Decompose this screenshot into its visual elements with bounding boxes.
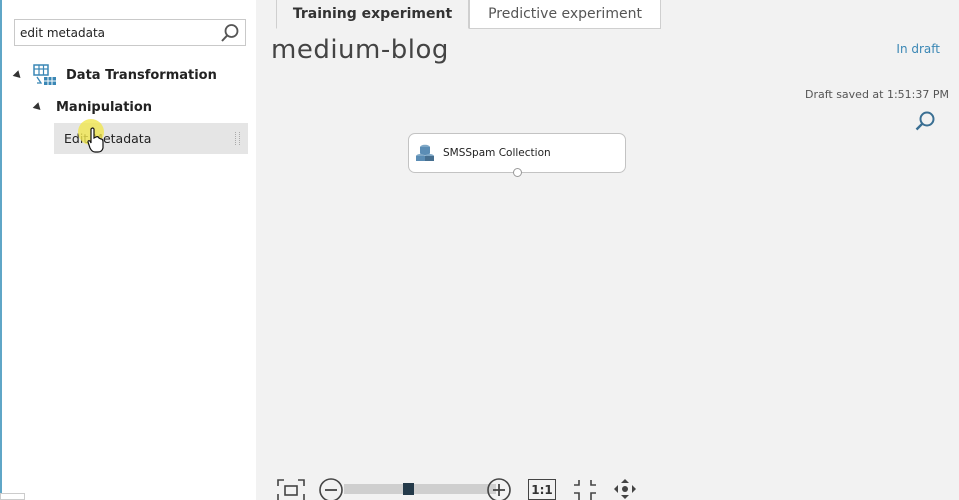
draft-status: In draft <box>896 42 940 56</box>
category-label: Data Transformation <box>66 67 217 83</box>
tab-training-experiment[interactable]: Training experiment <box>276 0 469 29</box>
fit-selection-icon[interactable] <box>572 478 598 500</box>
zoom-out-icon[interactable] <box>318 477 344 500</box>
experiment-title[interactable]: medium-blog <box>271 35 449 65</box>
tree-subcategory-manipulation[interactable]: Manipulation <box>32 96 153 118</box>
dataset-icon <box>416 144 434 161</box>
palette-collapse-tab[interactable] <box>0 493 25 500</box>
fit-to-screen-icon[interactable] <box>276 478 306 500</box>
expanded-caret-icon[interactable] <box>32 101 44 113</box>
search-canvas-icon[interactable] <box>914 110 936 132</box>
module-search-input[interactable] <box>15 20 215 45</box>
zoom-slider-handle[interactable] <box>403 483 414 495</box>
tab-predictive-experiment[interactable]: Predictive experiment <box>469 0 661 29</box>
tree-category-data-transformation[interactable]: Data Transformation <box>12 63 217 87</box>
experiment-canvas[interactable]: Training experiment Predictive experimen… <box>256 0 959 500</box>
data-transformation-icon <box>33 64 56 85</box>
tab-label: Predictive experiment <box>488 6 642 22</box>
module-palette: Data Transformation Manipulation Edit Me… <box>0 0 256 500</box>
module-node-smsspam-collection[interactable]: SMSSpam Collection <box>408 133 626 177</box>
zoom-slider[interactable] <box>344 484 496 494</box>
pan-icon[interactable] <box>612 478 638 500</box>
drag-grip-icon[interactable] <box>235 132 240 145</box>
tab-label: Training experiment <box>292 6 453 22</box>
subcategory-label: Manipulation <box>56 99 153 115</box>
output-port[interactable] <box>513 168 522 177</box>
hand-cursor-icon <box>87 127 104 153</box>
zoom-in-icon[interactable] <box>486 477 512 500</box>
module-label: SMSSpam Collection <box>443 147 551 159</box>
module-search-box[interactable] <box>14 19 246 46</box>
expanded-caret-icon[interactable] <box>12 69 24 81</box>
draft-saved-timestamp: Draft saved at 1:51:37 PM <box>804 88 949 101</box>
actual-size-button[interactable]: 1:1 <box>528 479 556 500</box>
search-icon[interactable] <box>220 23 240 43</box>
